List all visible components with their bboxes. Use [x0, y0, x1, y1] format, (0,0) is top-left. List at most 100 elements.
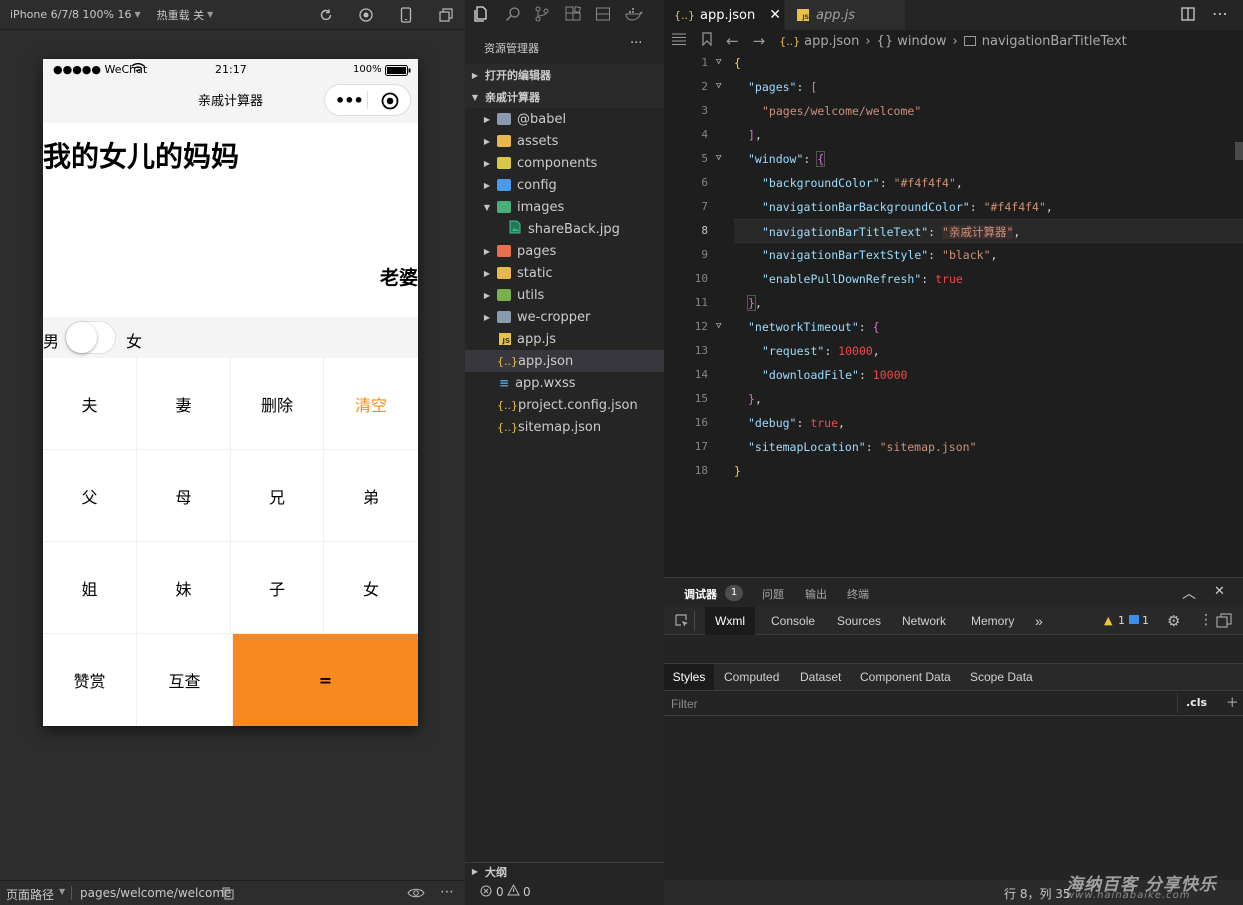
- key-delete[interactable]: 删除: [231, 358, 323, 449]
- cloud-dev-icon[interactable]: [595, 6, 611, 25]
- more-actions-icon[interactable]: ···: [630, 36, 642, 51]
- tree-item-project-config[interactable]: {..} project.config.json: [465, 394, 664, 416]
- back-arrow-icon[interactable]: ←: [726, 32, 739, 50]
- tree-item-app-js[interactable]: JS app.js: [465, 328, 664, 350]
- tree-item-images[interactable]: ▼ images: [465, 196, 664, 218]
- cls-toggle[interactable]: .cls: [1186, 696, 1207, 709]
- key-younger-brother[interactable]: 弟: [324, 450, 418, 541]
- tab-app-json[interactable]: {..} app.json ✕: [664, 0, 784, 30]
- error-icon[interactable]: [480, 885, 492, 900]
- key-clear[interactable]: 清空: [324, 358, 418, 449]
- inspect-element-icon[interactable]: [674, 613, 690, 632]
- tab-network[interactable]: Network: [902, 607, 946, 635]
- copy-icon[interactable]: [222, 887, 234, 903]
- key-elder-brother[interactable]: 兄: [231, 450, 323, 541]
- tab-styles[interactable]: Styles: [664, 664, 714, 690]
- breadcrumb-file[interactable]: app.json: [804, 34, 859, 49]
- fold-chevron-icon[interactable]: ▽: [716, 153, 721, 163]
- tab-sources[interactable]: Sources: [837, 607, 881, 635]
- tab-scope-data[interactable]: Scope Data: [970, 664, 1033, 690]
- tab-output[interactable]: 输出: [805, 586, 827, 602]
- tree-item-config[interactable]: ▶ config: [465, 174, 664, 196]
- extensions-icon[interactable]: [565, 5, 581, 25]
- docker-icon[interactable]: [625, 7, 643, 24]
- key-younger-sister[interactable]: 妹: [137, 542, 230, 633]
- info-icon[interactable]: [1129, 615, 1139, 624]
- outline-section[interactable]: ▶ 大纲: [465, 862, 664, 880]
- more-actions-icon[interactable]: ⋯: [440, 884, 454, 900]
- tree-item-babel[interactable]: ▶ @babel: [465, 108, 664, 130]
- tab-computed[interactable]: Computed: [724, 664, 779, 690]
- undock-icon[interactable]: [1216, 613, 1232, 632]
- code-editor[interactable]: 1 2 3 4 5 6 7 8 9 10 11 12 13 14 15 16 1…: [664, 52, 1243, 577]
- forward-arrow-icon[interactable]: →: [753, 32, 766, 50]
- more-tabs-icon[interactable]: »: [1035, 607, 1043, 635]
- tab-app-js[interactable]: JS app.js: [785, 0, 905, 30]
- tree-item-app-json[interactable]: {..} app.json: [465, 350, 664, 372]
- filter-input[interactable]: Filter: [671, 697, 698, 711]
- tab-problems[interactable]: 问题: [762, 586, 784, 602]
- scrollbar-thumb[interactable]: [1235, 142, 1243, 160]
- list-icon[interactable]: [672, 33, 686, 49]
- key-father[interactable]: 父: [43, 450, 136, 541]
- tab-memory[interactable]: Memory: [971, 607, 1014, 635]
- cursor-position[interactable]: 行 8，列 35: [1004, 885, 1071, 902]
- kebab-menu-icon[interactable]: ⋮: [1199, 612, 1213, 628]
- close-target-icon[interactable]: [381, 92, 399, 113]
- tree-item-shareback[interactable]: shareBack.jpg: [465, 218, 664, 240]
- key-mutual-check[interactable]: 互查: [137, 634, 232, 726]
- source-control-icon[interactable]: [535, 6, 549, 25]
- tree-item-components[interactable]: ▶ components: [465, 152, 664, 174]
- gear-icon[interactable]: ⚙: [1167, 612, 1180, 630]
- tab-console[interactable]: Console: [771, 607, 815, 635]
- device-select[interactable]: iPhone 6/7/8 100% 16 ▼: [10, 8, 141, 21]
- bookmark-icon[interactable]: [702, 32, 712, 50]
- breadcrumb-object[interactable]: {} window: [877, 34, 947, 49]
- tree-item-we-cropper[interactable]: ▶ we-cropper: [465, 306, 664, 328]
- tree-item-assets[interactable]: ▶ assets: [465, 130, 664, 152]
- key-husband[interactable]: 夫: [43, 358, 136, 449]
- explorer-icon[interactable]: [473, 5, 489, 25]
- key-son[interactable]: 子: [231, 542, 323, 633]
- chevron-up-icon[interactable]: ︿: [1182, 583, 1196, 603]
- warning-icon[interactable]: [507, 883, 520, 899]
- tree-item-pages[interactable]: ▶ pages: [465, 240, 664, 262]
- key-elder-sister[interactable]: 姐: [43, 542, 136, 633]
- search-icon[interactable]: [505, 6, 521, 25]
- fold-chevron-icon[interactable]: ▽: [716, 321, 721, 331]
- eye-icon[interactable]: [407, 887, 425, 902]
- key-equals[interactable]: =: [233, 634, 418, 726]
- more-dots-icon[interactable]: •••: [335, 91, 364, 110]
- tree-item-static[interactable]: ▶ static: [465, 262, 664, 284]
- tab-component-data[interactable]: Component Data: [860, 664, 951, 690]
- gender-switch[interactable]: [65, 321, 116, 354]
- tab-dataset[interactable]: Dataset: [800, 664, 841, 690]
- key-mother[interactable]: 母: [137, 450, 230, 541]
- warning-icon[interactable]: ▲: [1104, 614, 1112, 627]
- add-rule-icon[interactable]: +: [1226, 693, 1239, 711]
- refresh-icon[interactable]: [317, 6, 335, 24]
- close-icon[interactable]: ✕: [769, 7, 781, 23]
- key-daughter[interactable]: 女: [324, 542, 418, 633]
- hot-reload-select[interactable]: 热重载 关 ▼: [157, 7, 214, 23]
- tree-item-app-wxss[interactable]: ≡ app.wxss: [465, 372, 664, 394]
- more-actions-icon[interactable]: ⋯: [1212, 4, 1228, 23]
- tab-wxml[interactable]: Wxml: [705, 607, 755, 635]
- stop-icon[interactable]: [357, 6, 375, 24]
- tab-debugger[interactable]: 调试器: [684, 586, 717, 602]
- fold-chevron-icon[interactable]: ▽: [716, 81, 721, 91]
- detach-window-icon[interactable]: [437, 6, 455, 24]
- open-editors-section[interactable]: ▶ 打开的编辑器: [465, 64, 664, 86]
- key-appreciate[interactable]: 赞赏: [43, 634, 136, 726]
- breadcrumb-property[interactable]: navigationBarTitleText: [982, 34, 1127, 49]
- split-editor-icon[interactable]: [1181, 7, 1195, 24]
- fold-chevron-icon[interactable]: ▽: [716, 57, 721, 67]
- tree-item-utils[interactable]: ▶ utils: [465, 284, 664, 306]
- close-icon[interactable]: ✕: [1214, 584, 1225, 599]
- tree-item-sitemap[interactable]: {..} sitemap.json: [465, 416, 664, 438]
- tab-terminal[interactable]: 终端: [847, 586, 869, 602]
- page-path-label[interactable]: 页面路径: [6, 886, 54, 903]
- project-section[interactable]: ▼ 亲戚计算器: [465, 86, 664, 108]
- phone-icon[interactable]: [397, 6, 415, 24]
- key-wife[interactable]: 妻: [137, 358, 230, 449]
